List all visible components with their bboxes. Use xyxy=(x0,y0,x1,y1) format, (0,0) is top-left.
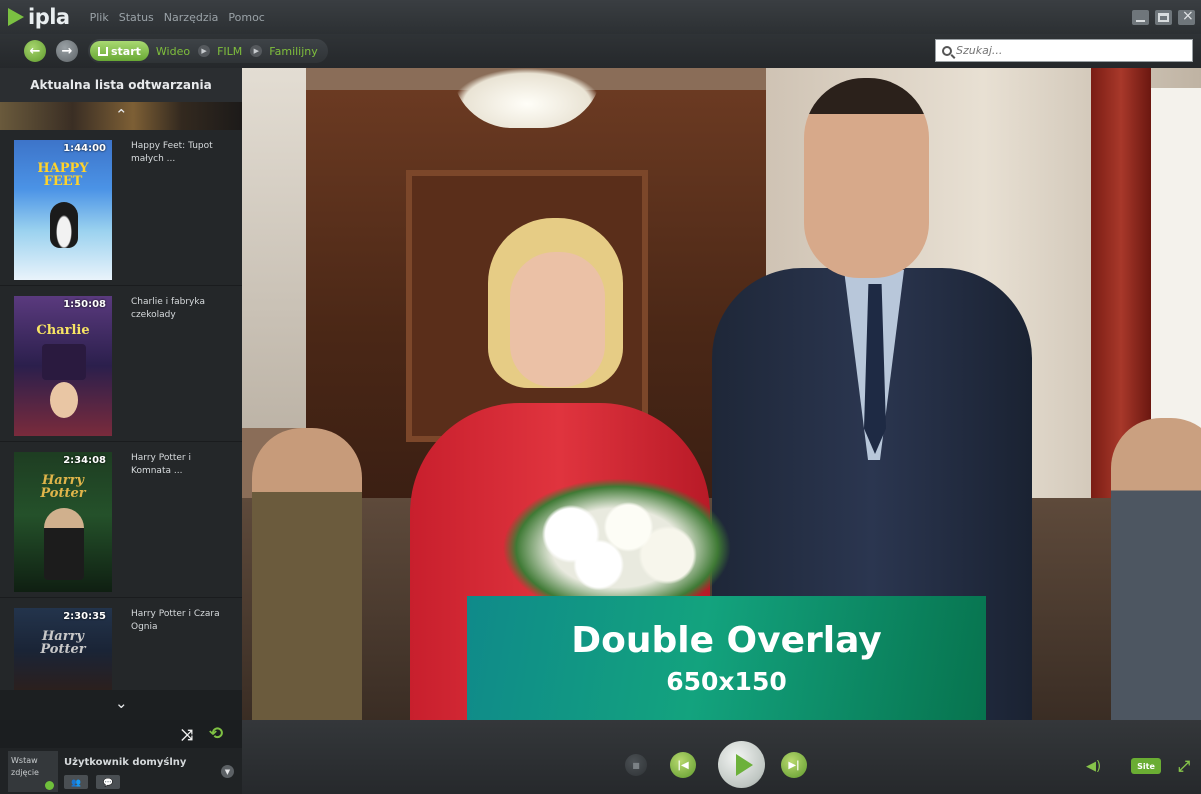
playlist-item-title[interactable]: Charlie i fabryka czekolady xyxy=(131,296,231,322)
menu-file[interactable]: Plik xyxy=(90,11,109,24)
search-icon[interactable] xyxy=(942,45,952,56)
play-icon[interactable] xyxy=(718,741,765,788)
volume-icon[interactable]: ◀) xyxy=(1086,759,1101,774)
duration-label: 2:34:08 xyxy=(63,455,106,466)
fullscreen-icon[interactable]: ⤢ xyxy=(1178,757,1190,775)
menu-tools[interactable]: Narzędzia xyxy=(164,11,219,24)
bride-face xyxy=(510,252,605,387)
playlist-item[interactable]: 2:34:08 Harry Potter Harry Potter i Komn… xyxy=(0,442,242,598)
ipla-player-window: ipla Plik Status Narzędzia Pomoc ← → sta… xyxy=(0,0,1201,794)
chat-icon[interactable]: 💬 xyxy=(96,775,120,789)
repeat-icon[interactable]: ⟲ xyxy=(209,724,223,744)
penguin-illustration xyxy=(50,202,78,248)
menu-bar: Plik Status Narzędzia Pomoc xyxy=(90,11,265,24)
playlist-item[interactable]: 1:44:00 HAPPY FEET Happy Feet: Tupot mał… xyxy=(0,130,242,286)
start-button[interactable]: start xyxy=(90,41,149,61)
duration-label: 2:30:35 xyxy=(63,611,106,622)
playlist: 1:44:00 HAPPY FEET Happy Feet: Tupot mał… xyxy=(0,130,242,696)
movie-poster-thumbnail[interactable]: 2:30:35 Harry Potter xyxy=(14,608,112,694)
search-input[interactable] xyxy=(956,44,1176,57)
poster-title-art: HAPPY FEET xyxy=(37,161,89,189)
playlist-item[interactable]: 1:50:08 Charlie Charlie i fabryka czekol… xyxy=(0,286,242,442)
playlist-tools: ⤨ ⟲ xyxy=(0,720,242,748)
breadcrumb: start Wideo ▶ FILM ▶ Familijny xyxy=(88,39,328,63)
movie-poster-thumbnail[interactable]: 1:44:00 HAPPY FEET xyxy=(14,140,112,280)
previous-track-icon[interactable]: |◀ xyxy=(670,752,696,778)
play-logo-icon xyxy=(8,8,24,26)
scene-wall xyxy=(242,68,306,428)
forward-arrow-icon[interactable]: → xyxy=(56,40,78,62)
playlist-item[interactable]: 2:30:35 Harry Potter Harry Potter i Czar… xyxy=(0,598,242,696)
breadcrumb-familijny[interactable]: Familijny xyxy=(269,45,317,58)
playback-controls: ■ |◀ ▶| ◀) Site ⤢ xyxy=(242,720,1201,794)
menu-status[interactable]: Status xyxy=(119,11,154,24)
scene-guest xyxy=(1111,418,1201,720)
playlist-title: Aktualna lista odtwarzania xyxy=(0,68,242,102)
navigation-bar: ← → start Wideo ▶ FILM ▶ Familijny xyxy=(0,34,1201,68)
maximize-icon[interactable] xyxy=(1155,10,1172,25)
movie-poster-thumbnail[interactable]: 1:50:08 Charlie xyxy=(14,296,112,436)
user-name: Użytkownik domyślny xyxy=(64,757,187,768)
top-hat-illustration xyxy=(42,344,86,380)
title-bar: ipla Plik Status Narzędzia Pomoc xyxy=(0,0,1201,34)
user-panel: ⤨ ⟲ Wstaw zdjęcie Użytkownik domyślny 👥 … xyxy=(0,720,242,794)
minimize-icon[interactable] xyxy=(1132,10,1149,25)
next-track-icon[interactable]: ▶| xyxy=(781,752,807,778)
chevron-up-icon[interactable]: ⌃ xyxy=(115,106,128,124)
figure-illustration xyxy=(44,508,84,580)
back-arrow-icon[interactable]: ← xyxy=(24,40,46,62)
chevron-right-icon: ▶ xyxy=(250,45,263,57)
playlist-item-title[interactable]: Harry Potter i Komnata ... xyxy=(131,452,231,478)
video-viewport[interactable]: Double Overlay 650x150 xyxy=(242,68,1201,720)
avatar[interactable]: Wstaw zdjęcie xyxy=(8,751,58,792)
movie-poster-thumbnail[interactable]: 2:34:08 Harry Potter xyxy=(14,452,112,592)
start-label: start xyxy=(111,44,141,58)
app-logo: ipla xyxy=(8,0,70,34)
poster-title-art: Charlie xyxy=(36,323,90,338)
app-name: ipla xyxy=(28,5,70,29)
playlist-scroll-up[interactable]: ⌃ xyxy=(0,102,242,130)
chevron-down-icon[interactable]: ⌄ xyxy=(115,694,128,712)
menu-help[interactable]: Pomoc xyxy=(228,11,264,24)
poster-title-art: Harry Potter xyxy=(40,473,86,501)
overlay-advertisement[interactable]: Double Overlay 650x150 xyxy=(467,596,986,720)
close-icon[interactable] xyxy=(1178,8,1195,25)
search-box xyxy=(935,39,1193,62)
duration-label: 1:44:00 xyxy=(63,143,106,154)
stop-icon[interactable]: ■ xyxy=(625,754,647,776)
overlay-size: 650x150 xyxy=(666,667,787,696)
face-illustration xyxy=(50,382,78,418)
user-options-icon[interactable]: ▼ xyxy=(221,765,234,778)
window-controls xyxy=(1132,8,1195,25)
avatar-placeholder-label: Wstaw zdjęcie xyxy=(11,756,39,777)
playlist-item-title[interactable]: Happy Feet: Tupot małych ... xyxy=(131,140,231,166)
site-button[interactable]: Site xyxy=(1131,758,1161,774)
chevron-right-icon: ▶ xyxy=(198,45,211,57)
overlay-title: Double Overlay xyxy=(571,620,882,661)
playlist-sidebar: Aktualna lista odtwarzania ⌃ 1:44:00 HAP… xyxy=(0,68,242,720)
poster-title-art: Harry Potter xyxy=(40,629,86,657)
breadcrumb-film[interactable]: FILM xyxy=(217,45,242,58)
scene-guest xyxy=(252,428,362,720)
breadcrumb-wideo[interactable]: Wideo xyxy=(156,45,190,58)
groom-head xyxy=(804,78,929,278)
shuffle-icon[interactable]: ⤨ xyxy=(181,726,193,744)
duration-label: 1:50:08 xyxy=(63,299,106,310)
friends-icon[interactable]: 👥 xyxy=(64,775,88,789)
home-icon xyxy=(98,46,108,56)
scene-window xyxy=(1151,88,1201,468)
playlist-item-title[interactable]: Harry Potter i Czara Ognia xyxy=(131,608,231,634)
playlist-scroll-down[interactable]: ⌄ xyxy=(0,690,242,720)
online-status-icon xyxy=(45,781,54,790)
